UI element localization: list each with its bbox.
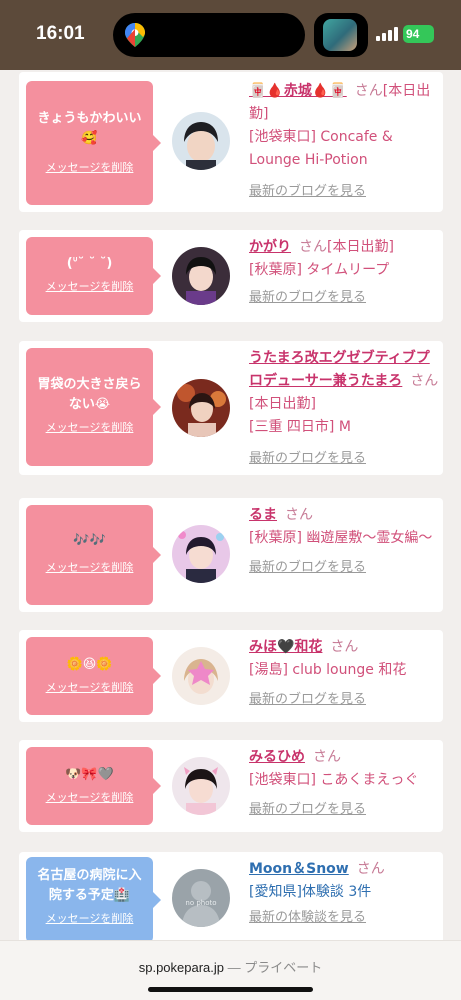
honorific: さん — [285, 507, 313, 523]
message-bubble: 🎶🎶 メッセージを削除 — [26, 505, 161, 605]
cast-name-link[interactable]: みほ🖤和花 — [249, 639, 322, 655]
separator: — — [224, 960, 245, 975]
no-photo-text: no photo — [185, 899, 216, 907]
blog-link[interactable]: 最新のブログを見る — [249, 688, 366, 711]
message-bubble: きょうもかわいい🥰 メッセージを削除 — [26, 81, 161, 205]
message-text: (ᐡ˘ ˘ ˘) — [66, 256, 113, 271]
message-card: 名古屋の病院に入院する予定🏥 メッセージを削除 no photo Moon＆Sn… — [19, 852, 443, 952]
avatar[interactable]: no photo — [172, 869, 230, 927]
cast-name-link[interactable]: Moon＆Snow — [249, 861, 349, 877]
status-bar: 16:01 94 — [0, 0, 461, 70]
avatar[interactable] — [172, 647, 230, 705]
honorific: さん — [299, 239, 327, 255]
avatar[interactable] — [172, 247, 230, 305]
shop-name: [湯島] club lounge 和花 — [249, 662, 407, 678]
shop-name: [愛知県]体験談 3件 — [249, 884, 372, 900]
message-card: きょうもかわいい🥰 メッセージを削除 🀄🩸赤城🩸🀄 さん[本日出勤] [池袋東口]… — [19, 72, 443, 212]
blog-link[interactable]: 最新のブログを見る — [249, 180, 366, 203]
domain-text: sp.pokepara.jp — [138, 960, 225, 975]
app-activity-icon — [314, 13, 368, 57]
browser-bottom-bar: sp.pokepara.jp — プライベート — [0, 940, 461, 1000]
message-bubble: 名古屋の病院に入院する予定🏥 メッセージを削除 — [26, 857, 161, 943]
cast-name-link[interactable]: みるひめ — [249, 749, 305, 765]
cast-info: かがり さん[本日出勤] [秋葉原] タイムリープ 最新のブログを見る — [249, 236, 441, 309]
shop-name: [秋葉原] 幽遊屋敷〜霊女編〜 — [249, 530, 433, 546]
delete-message-link[interactable]: メッセージを削除 — [46, 679, 134, 695]
honorific: さん — [410, 373, 439, 389]
shop-name: [池袋東口] こあくまえっぐ — [249, 772, 419, 788]
dynamic-island — [113, 13, 305, 57]
cast-name-link[interactable]: 🀄🩸赤城🩸🀄 — [249, 83, 347, 99]
shop-name: [池袋東口] Concafe & Lounge Hi-Potion — [249, 129, 393, 168]
message-card: 胃袋の大きさ戻らない😭 メッセージを削除 うたまろ改エグゼブティブプロデューサー… — [19, 341, 443, 475]
delete-message-link[interactable]: メッセージを削除 — [46, 159, 134, 175]
battery-icon: 94 — [403, 25, 434, 43]
message-bubble: 🌼😆🌼 メッセージを削除 — [26, 637, 161, 715]
avatar[interactable] — [172, 379, 230, 437]
message-card: 🐶🎀🩶 メッセージを削除 みるひめ さん [池袋東口] こあくまえっぐ 最新のブロ… — [19, 740, 443, 832]
address-bar[interactable]: sp.pokepara.jp — プライベート — [0, 957, 461, 976]
cast-info: るま さん [秋葉原] 幽遊屋敷〜霊女編〜 最新のブログを見る — [249, 504, 441, 579]
message-text: きょうもかわいい🥰 — [37, 111, 142, 146]
work-status: [本日出勤] — [327, 239, 394, 255]
cast-name-link[interactable]: かがり — [249, 239, 291, 255]
delete-message-link[interactable]: メッセージを削除 — [46, 559, 134, 575]
work-status: [本日出勤] — [249, 396, 316, 412]
signal-icon — [376, 27, 398, 41]
message-bubble: 胃袋の大きさ戻らない😭 メッセージを削除 — [26, 348, 161, 466]
cast-info: 🀄🩸赤城🩸🀄 さん[本日出勤] [池袋東口] Concafe & Lounge H… — [249, 80, 441, 203]
message-card: (ᐡ˘ ˘ ˘) メッセージを削除 かがり さん[本日出勤] [秋葉原] タイムリ… — [19, 230, 443, 322]
avatar[interactable] — [172, 525, 230, 583]
avatar[interactable] — [172, 112, 230, 170]
message-text: 名古屋の病院に入院する予定🏥 — [37, 868, 142, 903]
maps-pin-icon — [125, 23, 145, 47]
delete-message-link[interactable]: メッセージを削除 — [46, 278, 134, 294]
cast-name-link[interactable]: うたまろ改エグゼブティブプロデューサー兼うたまろ — [249, 350, 430, 389]
message-text: 🐶🎀🩶 — [65, 767, 114, 782]
cast-info: Moon＆Snow さん [愛知県]体験談 3件 最新の体験談を見る — [249, 858, 441, 929]
blog-link[interactable]: 最新のブログを見る — [249, 447, 366, 470]
honorific: さん — [356, 861, 385, 877]
message-card: 🌼😆🌼 メッセージを削除 みほ🖤和花 さん [湯島] club lounge 和花… — [19, 630, 443, 722]
shop-name: [三重 四日市] M — [249, 419, 351, 435]
delete-message-link[interactable]: メッセージを削除 — [46, 419, 134, 435]
clock: 16:01 — [36, 23, 85, 44]
delete-message-link[interactable]: メッセージを削除 — [46, 910, 134, 926]
message-text: 🌼😆🌼 — [66, 657, 113, 672]
message-bubble: 🐶🎀🩶 メッセージを削除 — [26, 747, 161, 825]
delete-message-link[interactable]: メッセージを削除 — [46, 789, 134, 805]
honorific: さん — [313, 749, 341, 765]
message-text: 胃袋の大きさ戻らない😭 — [37, 377, 142, 412]
cast-info: みるひめ さん [池袋東口] こあくまえっぐ 最新のブログを見る — [249, 746, 441, 821]
home-indicator[interactable] — [148, 987, 313, 992]
message-bubble: (ᐡ˘ ˘ ˘) メッセージを削除 — [26, 237, 161, 315]
honorific: さん — [354, 83, 383, 99]
cast-info: みほ🖤和花 さん [湯島] club lounge 和花 最新のブログを見る — [249, 636, 441, 711]
review-link[interactable]: 最新の体験談を見る — [249, 906, 366, 929]
private-mode-label: プライベート — [244, 960, 323, 975]
honorific: さん — [330, 639, 359, 655]
message-text: 🎶🎶 — [73, 533, 106, 548]
blog-link[interactable]: 最新のブログを見る — [249, 556, 366, 579]
message-card: 🎶🎶 メッセージを削除 るま さん [秋葉原] 幽遊屋敷〜霊女編〜 最新のブログを… — [19, 498, 443, 612]
avatar[interactable] — [172, 757, 230, 815]
blog-link[interactable]: 最新のブログを見る — [249, 798, 366, 821]
cast-info: うたまろ改エグゼブティブプロデューサー兼うたまろ さん [本日出勤] [三重 四日市… — [249, 347, 441, 470]
cast-name-link[interactable]: るま — [249, 507, 277, 523]
blog-link[interactable]: 最新のブログを見る — [249, 286, 366, 309]
shop-name: [秋葉原] タイムリープ — [249, 262, 390, 278]
